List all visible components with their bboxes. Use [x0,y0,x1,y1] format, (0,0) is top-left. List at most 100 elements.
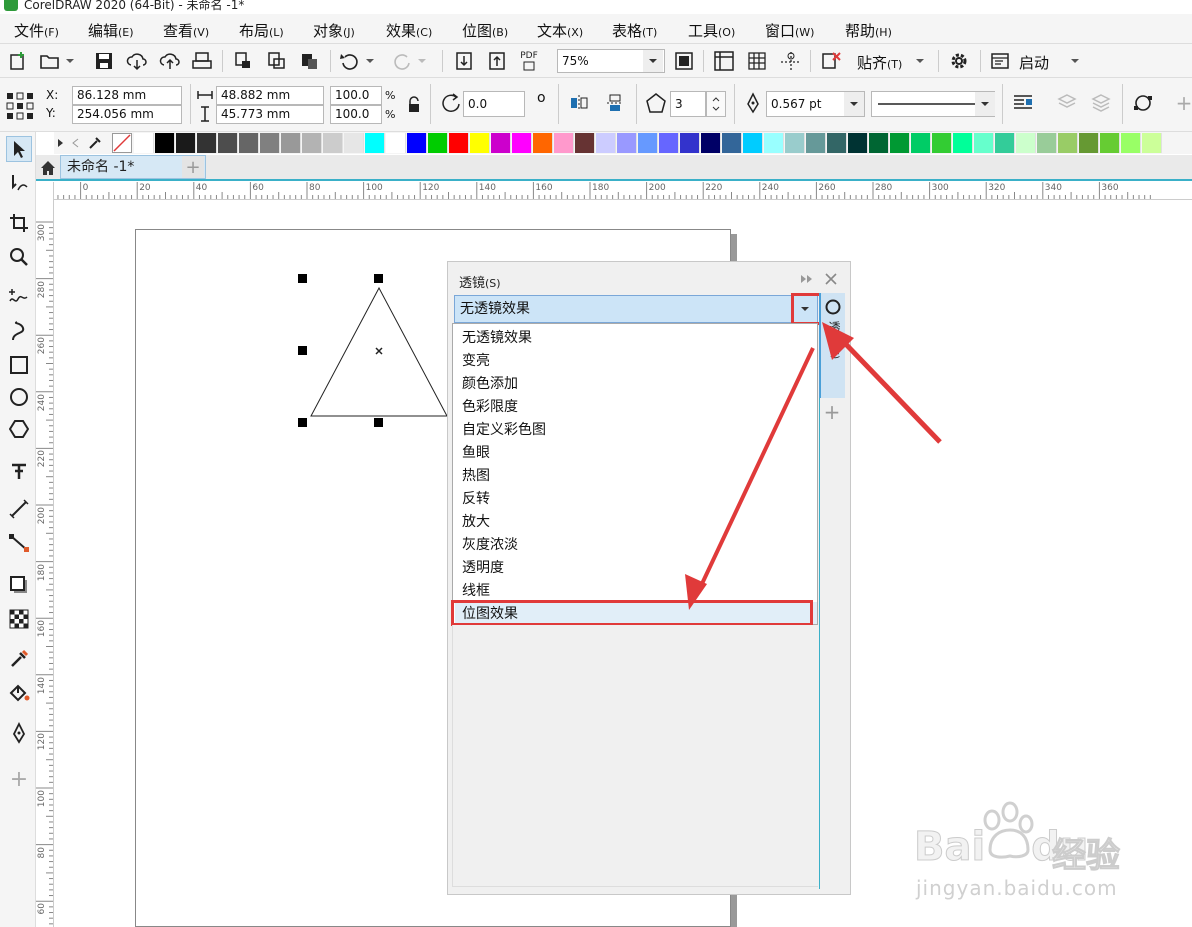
lens-option[interactable]: 线框 [462,580,490,600]
save-icon[interactable] [92,49,116,73]
color-swatch[interactable] [701,133,721,153]
cloud-download-icon[interactable] [125,49,149,73]
scale-x-field[interactable]: 100.0 [330,86,382,105]
new-document-icon[interactable] [6,49,30,73]
open-recent-chevron-icon[interactable] [63,49,77,73]
color-swatch[interactable] [260,133,280,153]
color-swatch[interactable] [554,133,574,153]
menu-file[interactable]: 文件(F) [14,20,59,41]
launch-dropdown[interactable]: 启动 [1019,52,1049,73]
color-swatch[interactable] [596,133,616,153]
color-swatch[interactable] [1016,133,1036,153]
color-swatch[interactable] [974,133,994,153]
menu-tools[interactable]: 工具(O) [688,20,735,41]
color-swatch[interactable] [764,133,784,153]
color-swatch[interactable] [659,133,679,153]
export-arrow-icon[interactable] [485,49,509,73]
object-origin-icon[interactable] [5,92,35,120]
color-swatch[interactable] [995,133,1015,153]
options-gear-icon[interactable] [947,49,971,73]
text-tool-icon[interactable] [6,458,32,484]
parallel-dimension-tool-icon[interactable] [6,496,32,522]
color-swatch[interactable] [911,133,931,153]
color-swatch[interactable] [323,133,343,153]
color-swatch[interactable] [302,133,322,153]
redo-list-chevron-icon[interactable] [415,49,429,73]
lens-option[interactable]: 变亮 [462,350,490,370]
color-swatch[interactable] [827,133,847,153]
freehand-tool-icon[interactable] [6,284,32,310]
pick-tool-icon[interactable] [6,136,32,162]
open-folder-icon[interactable] [38,49,62,73]
launch-chevron-icon[interactable] [1068,49,1082,73]
color-swatch[interactable] [680,133,700,153]
snap-chevron-icon[interactable] [913,49,927,73]
lens-option[interactable]: 热图 [462,465,490,485]
color-swatch[interactable] [743,133,763,153]
lens-option[interactable]: 颜色添加 [462,373,518,393]
selection-handle-bottom-center[interactable] [374,418,383,427]
lens-type-combo[interactable]: 无透镜效果 [454,295,818,323]
color-swatch[interactable] [848,133,868,153]
grid-icon[interactable] [745,49,769,73]
y-position-field[interactable]: 254.056 mm [72,105,182,124]
color-swatch[interactable] [386,133,406,153]
menu-bitmaps[interactable]: 位图(B) [462,20,508,41]
color-swatch[interactable] [134,133,154,153]
color-swatch[interactable] [155,133,175,153]
redo-icon[interactable] [390,49,414,73]
docker-add-tab-icon[interactable]: + [821,400,843,424]
export-icon[interactable] [264,49,288,73]
launch-icon[interactable] [988,49,1012,73]
convert-to-curves-icon[interactable] [1131,91,1155,115]
color-swatch[interactable] [470,133,490,153]
zoom-tool-icon[interactable] [6,244,32,270]
color-swatch[interactable] [722,133,742,153]
color-swatch[interactable] [1079,133,1099,153]
menu-edit[interactable]: 编辑(E) [88,20,134,41]
selection-handle-bottom-left[interactable] [298,418,307,427]
shape-tool-icon[interactable] [6,170,32,196]
menu-object[interactable]: 对象(J) [313,20,355,41]
horizontal-ruler[interactable]: 0 20 40 60 80 100 120 140 160 180 200 220 240 260 280 3… [54,182,1192,200]
full-screen-icon[interactable] [672,49,696,73]
color-swatch[interactable] [449,133,469,153]
ellipse-tool-icon[interactable] [6,384,32,410]
polygon-sides-field[interactable]: 3 [670,91,706,117]
lens-option[interactable]: 自定义彩色图 [462,419,546,439]
palette-scroll-left-icon[interactable] [68,131,82,155]
outline-width-chevron-icon[interactable] [844,92,864,116]
color-swatch[interactable] [932,133,952,153]
color-swatch[interactable] [890,133,910,153]
eyedropper-tool-icon[interactable] [6,646,32,672]
eyedropper-palette-icon[interactable] [84,131,106,155]
to-front-icon[interactable] [1055,91,1079,115]
cloud-upload-icon[interactable] [158,49,182,73]
mirror-horizontal-icon[interactable] [567,91,591,115]
no-color-swatch[interactable] [112,133,132,153]
lock-ratio-icon[interactable] [402,93,426,117]
color-swatch[interactable] [1058,133,1078,153]
lens-option[interactable]: 反转 [462,488,490,508]
import-icon[interactable] [231,49,255,73]
color-swatch[interactable] [428,133,448,153]
rulers-icon[interactable] [712,49,736,73]
color-swatch[interactable] [869,133,889,153]
color-swatch[interactable] [617,133,637,153]
lens-option[interactable]: 色彩限度 [462,396,518,416]
color-swatch[interactable] [806,133,826,153]
transparency-tool-icon[interactable] [6,606,32,632]
mirror-vertical-icon[interactable] [603,91,627,115]
color-swatch[interactable] [491,133,511,153]
clipboard-icon[interactable] [297,49,321,73]
drop-shadow-tool-icon[interactable] [6,572,32,598]
height-field[interactable]: 45.773 mm [216,105,324,124]
color-swatch[interactable] [1037,133,1057,153]
connector-tool-icon[interactable] [6,530,32,556]
menu-effects[interactable]: 效果(C) [386,20,432,41]
palette-scroll-right-icon[interactable] [54,131,68,155]
add-property-icon[interactable]: + [1172,91,1192,115]
menu-text[interactable]: 文本(X) [537,20,583,41]
snap-off-icon[interactable] [819,49,843,73]
docker-close-icon[interactable] [822,268,840,290]
